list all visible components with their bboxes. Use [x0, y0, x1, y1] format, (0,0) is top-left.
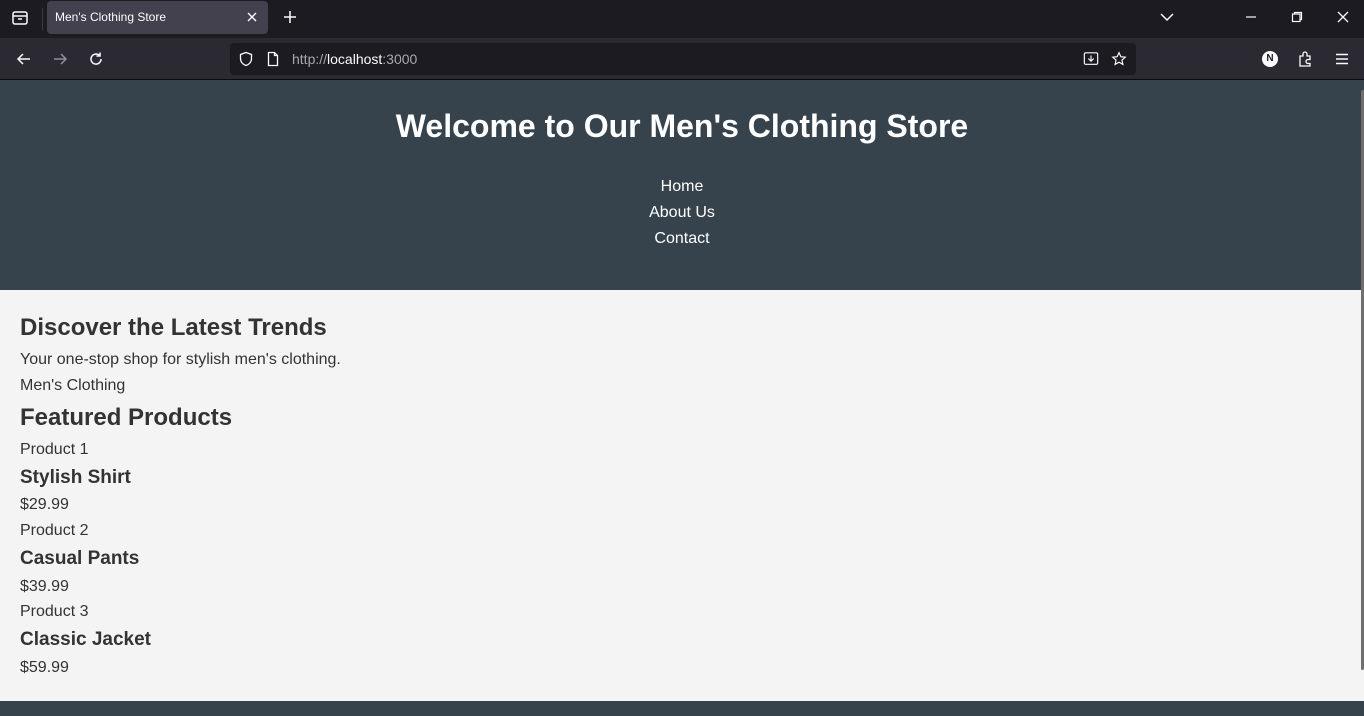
url-bar[interactable]: http://localhost:3000: [230, 43, 1136, 75]
chevron-down-icon[interactable]: [1144, 0, 1190, 34]
product-price: $39.99: [20, 578, 69, 595]
menu-icon[interactable]: [1328, 45, 1356, 73]
product-price: $59.99: [20, 659, 69, 676]
new-tab-icon[interactable]: [278, 5, 302, 29]
close-window-icon[interactable]: [1320, 0, 1364, 34]
shield-icon[interactable]: [238, 51, 254, 67]
extensions-icon[interactable]: [1292, 45, 1320, 73]
featured-heading: Featured Products: [20, 404, 233, 431]
profile-avatar-icon[interactable]: N: [1256, 45, 1284, 73]
nav-link-about-us[interactable]: About Us: [0, 200, 1364, 226]
category-label: Men's Clothing: [20, 377, 126, 394]
product-label: Product 3: [20, 603, 89, 620]
tab-bar: Men's Clothing Store: [0, 0, 1364, 38]
hero-tagline: Your one-stop shop for stylish men's clo…: [20, 351, 341, 368]
site-header: Welcome to Our Men's Clothing Store Home…: [0, 80, 1364, 290]
navigation-toolbar: http://localhost:3000 N: [0, 38, 1364, 80]
nav-link-contact[interactable]: Contact: [0, 226, 1364, 252]
product-label: Product 1: [20, 441, 89, 458]
tab-list-icon[interactable]: [6, 4, 34, 32]
site-title: Welcome to Our Men's Clothing Store: [395, 108, 969, 144]
product-name: Stylish Shirt: [20, 467, 131, 488]
forward-icon[interactable]: [46, 45, 74, 73]
tab-title: Men's Clothing Store: [55, 10, 167, 24]
hero-heading: Discover the Latest Trends: [20, 314, 327, 341]
minimize-icon[interactable]: [1228, 0, 1274, 34]
site-nav: Home About Us Contact: [0, 174, 1364, 252]
back-icon[interactable]: [10, 45, 38, 73]
product-name: Classic Jacket: [20, 629, 151, 650]
page-icon[interactable]: [265, 51, 281, 67]
product-label: Product 2: [20, 522, 89, 539]
reload-icon[interactable]: [82, 45, 110, 73]
product-price: $29.99: [20, 496, 69, 513]
profile-initial: N: [1266, 53, 1274, 64]
nav-link-home[interactable]: Home: [0, 174, 1364, 200]
close-icon[interactable]: [244, 9, 260, 25]
tab-separator: [42, 8, 43, 30]
download-page-icon[interactable]: [1083, 51, 1099, 67]
url-text: http://localhost:3000: [292, 51, 418, 67]
active-tab[interactable]: Men's Clothing Store: [47, 1, 268, 34]
page-viewport: Welcome to Our Men's Clothing Store Home…: [0, 80, 1364, 716]
bookmark-star-icon[interactable]: [1111, 51, 1127, 67]
site-footer: [0, 701, 1364, 716]
product-name: Casual Pants: [20, 548, 140, 569]
restore-icon[interactable]: [1274, 0, 1320, 34]
